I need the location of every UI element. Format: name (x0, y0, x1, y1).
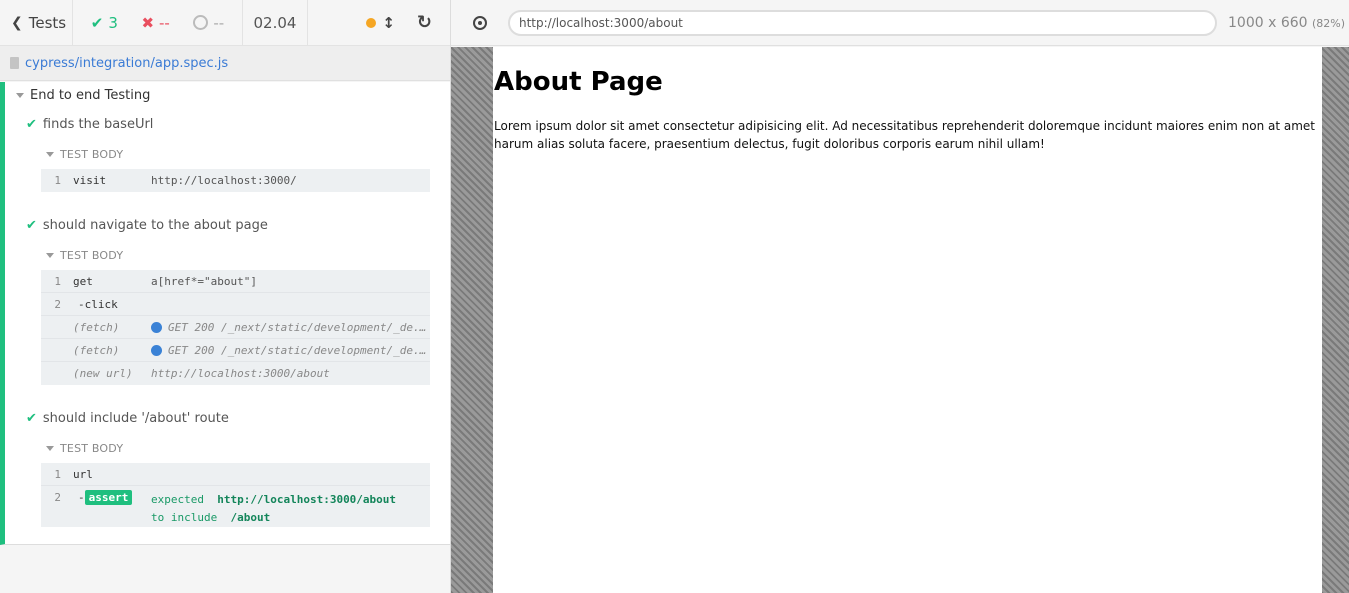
test-body-header[interactable]: TEST BODY (46, 139, 450, 169)
check-icon: ✔ (26, 410, 37, 426)
test-title: should include '/about' route (42, 410, 229, 426)
command-number: 1 (54, 467, 61, 481)
test-title-row[interactable]: ✔ finds the baseUrl (5, 109, 450, 139)
test-item: ✔ should include '/about' route TEST BOD… (5, 403, 450, 527)
test-title: should navigate to the about page (42, 217, 268, 233)
aut-iframe[interactable]: About Page Lorem ipsum dolor sit amet co… (493, 47, 1322, 593)
command-name: -click (78, 297, 118, 311)
command-row-fetch[interactable]: 0 (fetch) GET 200 /_next/static/developm… (41, 316, 430, 339)
dot-icon (366, 17, 377, 28)
url-bar[interactable]: http://localhost:3000/about (508, 9, 1217, 36)
viewport-scale: (82%) (1312, 16, 1346, 30)
test-title: finds the baseUrl (42, 116, 154, 132)
test-body-header[interactable]: TEST BODY (46, 433, 450, 463)
crosshair-icon (472, 15, 487, 30)
chevron-left-icon: ❮ (11, 14, 23, 31)
file-icon (10, 57, 19, 69)
reporter-controls: ↕ ↻ (308, 0, 450, 45)
command-number: 2 (54, 297, 61, 311)
command-name: (new url) (73, 367, 133, 380)
xhr-status-icon (151, 321, 162, 333)
page-heading: About Page (494, 67, 663, 97)
command-message: http://localhost:3000/about (151, 367, 330, 380)
test-title-row[interactable]: ✔ should include '/about' route (5, 403, 450, 433)
viewport-size: 1000 x 660 (1228, 14, 1308, 31)
command-number: 1 (54, 274, 61, 288)
duration: 02.04 (243, 0, 308, 45)
failed-count: -- (159, 13, 170, 32)
caret-down-icon (46, 151, 54, 157)
check-icon: ✔ (90, 13, 104, 32)
command-name: url (73, 467, 93, 481)
command-name: (fetch) (73, 320, 120, 334)
command-list: 1 url 2 - assert expected http://localhos… (41, 463, 430, 527)
auto-scroll-toggle[interactable]: ↕ (366, 14, 395, 32)
test-body-label: TEST BODY (60, 147, 124, 161)
test-title-row[interactable]: ✔ should navigate to the about page (5, 210, 450, 240)
command-message: http://localhost:3000/ (151, 174, 297, 187)
assert-badge: assert (84, 490, 133, 505)
suite-title: End to end Testing (30, 88, 151, 103)
test-stats: ✔ 3 ✖ -- -- (73, 0, 243, 45)
spec-file-bar: cypress/integration/app.spec.js (0, 46, 450, 81)
spinner-icon (193, 15, 209, 30)
passed-stat[interactable]: ✔ 3 (91, 14, 118, 32)
test-body-header[interactable]: TEST BODY (46, 240, 450, 270)
command-message: a[href*="about"] (151, 274, 257, 288)
spec-file-link[interactable]: cypress/integration/app.spec.js (25, 56, 228, 71)
url-text: http://localhost:3000/about (519, 15, 683, 30)
reload-icon[interactable]: ↻ (417, 12, 432, 33)
pending-stat[interactable]: -- (193, 14, 224, 32)
caret-down-icon (16, 93, 24, 98)
command-name: (fetch) (73, 343, 120, 357)
failed-stat[interactable]: ✖ -- (141, 14, 169, 32)
reporter-panel: ❮ Tests ✔ 3 ✖ -- -- 02.04 ↕ ↻ cypress/in… (0, 0, 451, 593)
command-row-new-url[interactable]: 0 (new url) http://localhost:3000/about (41, 362, 430, 385)
test-body-label: TEST BODY (60, 248, 124, 262)
command-row[interactable]: 1 url (41, 463, 430, 486)
command-list: 1 visit http://localhost:3000/ (41, 169, 430, 192)
selector-playground-button[interactable] (451, 15, 508, 30)
page-body-text: Lorem ipsum dolor sit amet consectetur a… (494, 119, 1316, 151)
aut-header: http://localhost:3000/about 1000 x 660 (… (451, 0, 1349, 46)
command-name: get (73, 274, 93, 288)
command-number: 2 (54, 491, 61, 504)
xhr-status-icon (151, 344, 162, 356)
assert-message: expected http://localhost:3000/about to … (151, 493, 397, 524)
runnables-list: End to end Testing ✔ finds the baseUrl T… (0, 82, 450, 545)
command-row[interactable]: 2 -click (41, 293, 430, 316)
tests-back-button[interactable]: ❮ Tests (0, 0, 73, 45)
command-row-assert[interactable]: 2 - assert expected http://localhost:3000… (41, 486, 430, 527)
reporter-header: ❮ Tests ✔ 3 ✖ -- -- 02.04 ↕ ↻ (0, 0, 450, 46)
command-list: 1 get a[href*="about"] 2 -click 0 (fetch… (41, 270, 430, 385)
check-icon: ✔ (26, 116, 37, 132)
test-item: ✔ finds the baseUrl TEST BODY 1 visit ht… (5, 109, 450, 192)
test-body-label: TEST BODY (60, 441, 124, 455)
x-icon: ✖ (141, 13, 155, 32)
passed-count: 3 (108, 13, 118, 32)
command-name: visit (73, 174, 107, 187)
tests-label: Tests (28, 13, 67, 32)
pending-count: -- (213, 13, 225, 32)
command-message: GET 200 /_next/static/development/_de... (168, 320, 430, 334)
test-item: ✔ should navigate to the about page TEST… (5, 210, 450, 385)
caret-down-icon (46, 445, 54, 451)
suite-title-row[interactable]: End to end Testing (5, 82, 450, 109)
command-row-fetch[interactable]: 0 (fetch) GET 200 /_next/static/developm… (41, 339, 430, 362)
check-icon: ✔ (26, 217, 37, 233)
resize-icon: ↕ (382, 13, 395, 32)
command-row[interactable]: 1 get a[href*="about"] (41, 270, 430, 293)
viewport-info[interactable]: 1000 x 660 (82%) (1228, 15, 1345, 31)
aut-container: About Page Lorem ipsum dolor sit amet co… (451, 47, 1349, 593)
command-message: GET 200 /_next/static/development/_de... (168, 343, 430, 357)
command-name-assert: - assert (73, 490, 151, 505)
command-row[interactable]: 1 visit http://localhost:3000/ (41, 169, 430, 192)
command-number: 1 (54, 174, 61, 187)
caret-down-icon (46, 252, 54, 258)
